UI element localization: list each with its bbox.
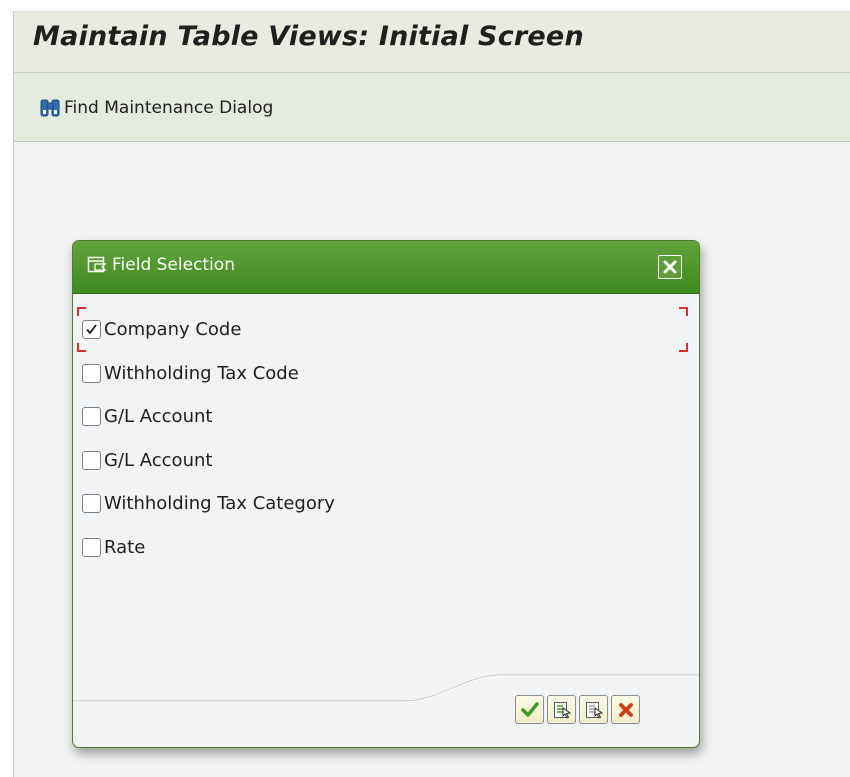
- field-selection-dialog: Field Selection Company Code Withholding…: [72, 240, 700, 748]
- page-title: Maintain Table Views: Initial Screen: [33, 21, 584, 52]
- select-all-icon: [553, 701, 571, 719]
- withholding-tax-category-checkbox[interactable]: [82, 493, 101, 513]
- cancel-icon: [618, 702, 633, 717]
- dialog-body: Company Code Withholding Tax Code G/L Ac…: [73, 294, 699, 678]
- focus-marker-bottom-left: [77, 343, 86, 352]
- select-all-button[interactable]: [547, 695, 576, 724]
- company-code-checkbox[interactable]: [82, 319, 101, 339]
- dialog-footer: [73, 671, 699, 747]
- field-selection-icon: [86, 254, 108, 276]
- checkmark-icon: [86, 323, 97, 334]
- deselect-all-button[interactable]: [579, 695, 608, 724]
- dialog-title-text: Field Selection: [112, 255, 235, 275]
- dialog-close-button[interactable]: [658, 255, 682, 279]
- field-option-rate[interactable]: Rate: [82, 534, 145, 560]
- gl-account-checkbox[interactable]: [82, 406, 101, 426]
- find-maintenance-dialog-button[interactable]: Find Maintenance Dialog: [39, 95, 273, 121]
- focus-marker-bottom-right: [679, 343, 688, 352]
- field-option-company-code[interactable]: Company Code: [82, 316, 241, 342]
- dialog-title: Field Selection: [86, 254, 235, 276]
- field-option-gl-account-2[interactable]: G/L Account: [82, 447, 212, 473]
- field-label: Company Code: [104, 318, 242, 340]
- binoculars-icon: [39, 97, 61, 119]
- field-label: Rate: [104, 536, 146, 558]
- focus-marker-top-left: [77, 307, 86, 316]
- confirm-button[interactable]: [515, 695, 544, 724]
- field-label: Withholding Tax Code: [104, 362, 299, 384]
- rate-checkbox[interactable]: [82, 537, 101, 557]
- field-option-withholding-tax-category[interactable]: Withholding Tax Category: [82, 490, 335, 516]
- application-toolbar: Find Maintenance Dialog: [14, 73, 850, 142]
- field-label: Withholding Tax Category: [104, 492, 335, 514]
- title-bar: Maintain Table Views: Initial Screen: [14, 11, 850, 73]
- focus-marker-top-right: [679, 307, 688, 316]
- confirm-check-icon: [520, 701, 539, 717]
- dialog-header: Field Selection: [73, 241, 699, 294]
- field-option-gl-account[interactable]: G/L Account: [82, 403, 212, 429]
- field-option-withholding-tax-code[interactable]: Withholding Tax Code: [82, 360, 299, 386]
- field-label: G/L Account: [104, 449, 213, 471]
- footer-button-group: [515, 695, 640, 724]
- gl-account-2-checkbox[interactable]: [82, 450, 101, 470]
- find-maintenance-dialog-label: Find Maintenance Dialog: [64, 98, 274, 118]
- withholding-tax-code-checkbox[interactable]: [82, 363, 101, 383]
- deselect-all-icon: [585, 701, 603, 719]
- field-label: G/L Account: [104, 405, 213, 427]
- cancel-button[interactable]: [611, 695, 640, 724]
- close-icon: [663, 260, 677, 274]
